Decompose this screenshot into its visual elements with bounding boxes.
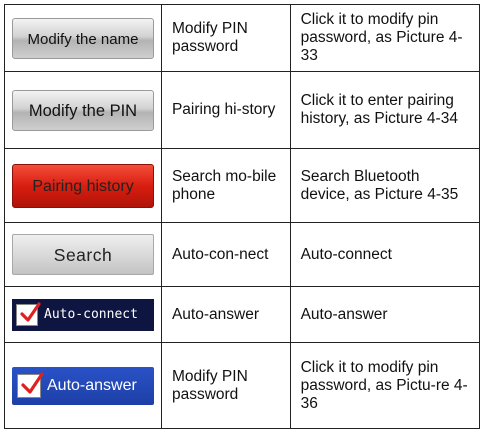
button-image-cell: Auto-answer <box>4 342 162 429</box>
button-image-cell: Search <box>4 222 162 287</box>
button-image-cell: Modify the name <box>4 4 162 72</box>
table-row: Modify the PIN Pairing hi-story Click it… <box>4 71 481 149</box>
function-table: Modify the name Modify PIN password Clic… <box>4 4 481 429</box>
table-row: Pairing history Search mo-bile phone Sea… <box>4 148 481 223</box>
description-cell: Auto-answer <box>289 286 481 343</box>
function-cell: Auto-con-nect <box>160 222 291 287</box>
modify-name-button[interactable]: Modify the name <box>12 17 154 59</box>
description-cell: Auto-connect <box>289 222 481 287</box>
function-cell: Pairing hi-story <box>160 71 291 149</box>
modify-pin-button[interactable]: Modify the PIN <box>12 89 154 131</box>
table-row: Auto-connect Auto-answer Auto-answer <box>4 286 481 343</box>
auto-connect-toggle[interactable]: Auto-connect <box>12 298 154 331</box>
auto-answer-toggle[interactable]: Auto-answer <box>12 366 154 405</box>
search-button[interactable]: Search <box>12 234 154 275</box>
function-cell: Modify PIN password <box>160 342 291 429</box>
pairing-history-button[interactable]: Pairing history <box>12 163 154 208</box>
button-image-cell: Modify the PIN <box>4 71 162 149</box>
description-cell: Search Bluetooth device, as Picture 4-35 <box>289 148 481 223</box>
description-cell: Click it to enter pairing history, as Pi… <box>289 71 481 149</box>
function-cell: Modify PIN password <box>160 4 291 72</box>
table-row: Search Auto-con-nect Auto-connect <box>4 222 481 287</box>
function-cell: Auto-answer <box>160 286 291 343</box>
table-row: Auto-answer Modify PIN password Click it… <box>4 342 481 429</box>
table-row: Modify the name Modify PIN password Clic… <box>4 4 481 72</box>
button-image-cell: Pairing history <box>4 148 162 223</box>
description-cell: Click it to modify pin password, as Pict… <box>289 342 481 429</box>
auto-answer-label: Auto-answer <box>47 376 137 394</box>
function-cell: Search mo-bile phone <box>160 148 291 223</box>
button-image-cell: Auto-connect <box>4 286 162 343</box>
checked-checkbox-icon <box>17 371 44 398</box>
auto-connect-label: Auto-connect <box>44 306 138 322</box>
checked-checkbox-icon <box>16 301 41 326</box>
description-cell: Click it to modify pin password, as Pict… <box>289 4 481 72</box>
